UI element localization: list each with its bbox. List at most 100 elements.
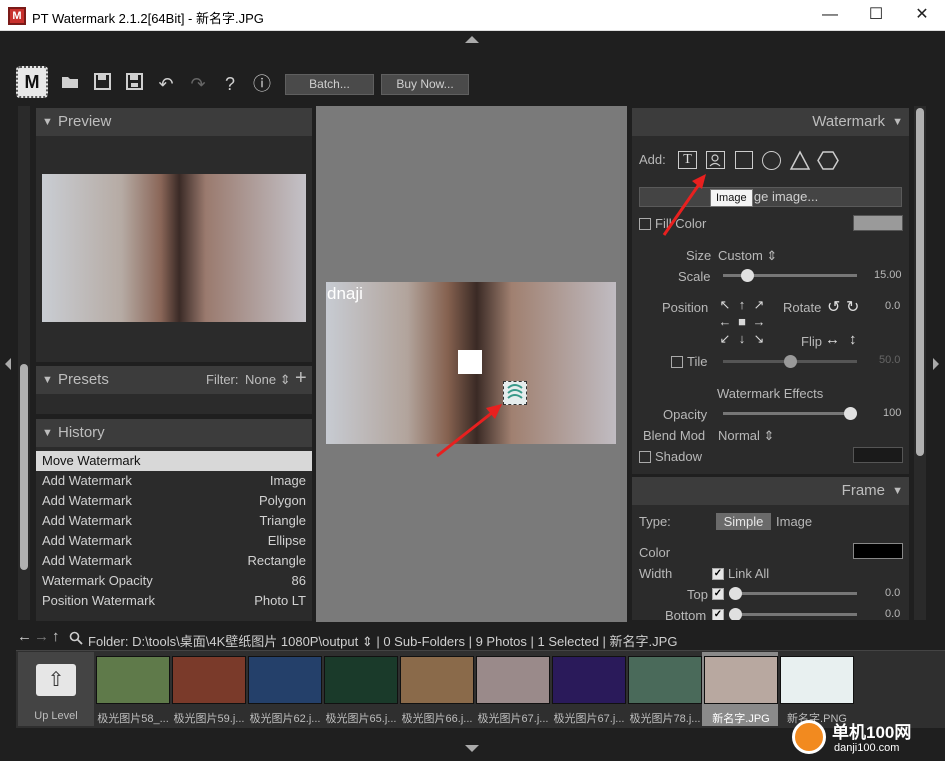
history-item[interactable]: Add Watermark Triangle <box>36 511 312 531</box>
opacity-value: 100 <box>883 407 902 419</box>
add-text-icon[interactable]: T <box>678 151 697 169</box>
thumbnail[interactable] <box>400 656 474 704</box>
position-right-icon[interactable]: → <box>752 315 766 329</box>
position-top-left-icon[interactable]: ↖ <box>718 298 732 312</box>
thumbnail-label: 极光图片62.j... <box>249 713 321 725</box>
search-icon[interactable] <box>69 631 83 645</box>
flip-vertical-icon[interactable]: ↕ <box>849 331 857 348</box>
info-icon[interactable]: ⓘ <box>251 72 273 96</box>
change-image-button[interactable]: Change image... <box>639 187 902 207</box>
undo-icon[interactable]: ↶ <box>155 72 177 96</box>
open-folder-icon[interactable] <box>59 72 81 96</box>
position-left-icon[interactable]: ← <box>718 315 732 329</box>
history-item[interactable]: Add Watermark Image <box>36 471 312 491</box>
history-item[interactable]: Position Watermark Photo LT <box>36 591 312 611</box>
frame-color-swatch[interactable] <box>853 543 903 559</box>
frame-type-label: Type: <box>639 514 671 529</box>
history-item[interactable]: Watermark Opacity 86 <box>36 571 312 591</box>
tile-checkbox[interactable] <box>671 356 683 368</box>
collapse-bottom-arrow-icon[interactable] <box>465 745 479 752</box>
frame-top-checkbox[interactable]: ✓ <box>712 588 724 600</box>
rotate-ccw-icon[interactable]: ↺ <box>827 297 840 317</box>
forward-arrow-icon[interactable]: → <box>34 628 49 645</box>
flip-label: Flip <box>801 334 822 349</box>
thumbnail[interactable] <box>248 656 322 704</box>
history-item[interactable]: Add Watermark Polygon <box>36 491 312 511</box>
fill-color-checkbox[interactable] <box>639 218 651 230</box>
add-triangle-icon[interactable] <box>789 150 811 171</box>
add-image-icon[interactable] <box>706 151 725 169</box>
collapse-right-arrow-icon[interactable] <box>933 358 939 370</box>
position-center-icon[interactable]: ■ <box>735 315 749 329</box>
maximize-button[interactable]: ☐ <box>853 0 899 31</box>
frame-bottom-slider[interactable] <box>729 613 857 616</box>
add-preset-icon[interactable]: + <box>295 364 307 392</box>
frame-top-slider[interactable] <box>729 592 857 595</box>
scale-slider-knob[interactable] <box>741 269 755 282</box>
save-as-icon[interactable] <box>123 72 145 96</box>
frame-header[interactable]: Frame ▼ <box>632 477 909 505</box>
thumbnail[interactable] <box>172 656 246 704</box>
close-button[interactable]: ✕ <box>899 0 945 31</box>
frame-bottom-slider-knob[interactable] <box>729 608 742 620</box>
collapse-left-arrow-icon[interactable] <box>5 358 11 370</box>
add-ellipse-icon[interactable] <box>762 151 781 170</box>
opacity-slider-knob[interactable] <box>844 407 857 420</box>
position-top-right-icon[interactable]: ↗ <box>752 298 766 312</box>
site-url: danji100.com <box>834 742 900 754</box>
back-arrow-icon[interactable]: ← <box>17 628 32 645</box>
frame-type-simple-button[interactable]: Simple <box>716 513 771 530</box>
thumbnail[interactable] <box>704 656 778 704</box>
thumbnail[interactable] <box>324 656 398 704</box>
text-watermark[interactable]: dnaji <box>327 284 363 304</box>
flip-horizontal-icon[interactable]: ↔ <box>825 331 840 348</box>
save-icon[interactable] <box>91 72 113 96</box>
opacity-slider[interactable] <box>723 412 857 415</box>
history-detail: Image <box>269 473 306 488</box>
thumbnail[interactable] <box>628 656 702 704</box>
minimize-button[interactable]: — <box>807 0 853 31</box>
batch-button[interactable]: Batch... <box>285 74 374 95</box>
position-top-icon[interactable]: ↑ <box>735 298 749 312</box>
buy-now-button[interactable]: Buy Now... <box>381 74 469 95</box>
history-item[interactable]: Add Watermark Ellipse <box>36 531 312 551</box>
thumbnail[interactable] <box>552 656 626 704</box>
presets-filter-select[interactable]: None ⇕ <box>245 366 291 394</box>
add-rectangle-icon[interactable] <box>735 151 753 169</box>
history-item[interactable]: Add Watermark Rectangle <box>36 551 312 571</box>
link-all-checkbox[interactable]: ✓ <box>712 568 724 580</box>
redo-icon[interactable]: ↷ <box>187 72 209 96</box>
image-watermark[interactable] <box>503 381 527 405</box>
preview-header[interactable]: ▼ Preview <box>36 108 312 136</box>
frame-bottom-checkbox[interactable]: ✓ <box>712 609 724 620</box>
frame-type-image-button[interactable]: Image <box>776 514 812 529</box>
up-arrow-icon[interactable]: ↑ <box>52 628 60 645</box>
position-bottom-icon[interactable]: ↓ <box>735 332 749 346</box>
left-scrollbar-thumb[interactable] <box>20 364 28 570</box>
add-polygon-icon[interactable] <box>817 150 839 171</box>
shadow-checkbox[interactable] <box>639 451 651 463</box>
blend-mode-select[interactable]: Normal ⇕ <box>718 428 774 444</box>
watermark-header[interactable]: Watermark ▼ <box>632 108 909 136</box>
fill-color-swatch[interactable] <box>853 215 903 231</box>
rotate-cw-icon[interactable]: ↻ <box>846 297 859 317</box>
thumbnail[interactable] <box>476 656 550 704</box>
rectangle-watermark[interactable] <box>458 350 482 374</box>
shadow-color-swatch[interactable] <box>853 447 903 463</box>
right-scrollbar-thumb[interactable] <box>916 108 924 456</box>
size-select[interactable]: Custom ⇕ <box>718 248 777 264</box>
thumbnail[interactable] <box>96 656 170 704</box>
folder-path-text[interactable]: Folder: D:\tools\桌面\4K壁纸图片 1080P\output … <box>88 631 677 650</box>
position-bottom-right-icon[interactable]: ↘ <box>752 332 766 346</box>
thumbnail[interactable] <box>780 656 854 704</box>
position-bottom-left-icon[interactable]: ↙ <box>718 332 732 346</box>
presets-header[interactable]: ▼ Presets Filter: None ⇕ + <box>36 366 312 394</box>
frame-top-slider-knob[interactable] <box>729 587 742 600</box>
help-icon[interactable]: ? <box>219 72 241 96</box>
history-item[interactable]: Move Watermark <box>36 451 312 471</box>
site-logo-icon <box>792 720 826 754</box>
collapse-top-arrow-icon[interactable] <box>465 36 479 43</box>
canvas-area[interactable]: dnaji <box>316 106 627 622</box>
tile-slider-knob[interactable] <box>783 355 797 368</box>
history-header[interactable]: ▼ History <box>36 419 312 447</box>
